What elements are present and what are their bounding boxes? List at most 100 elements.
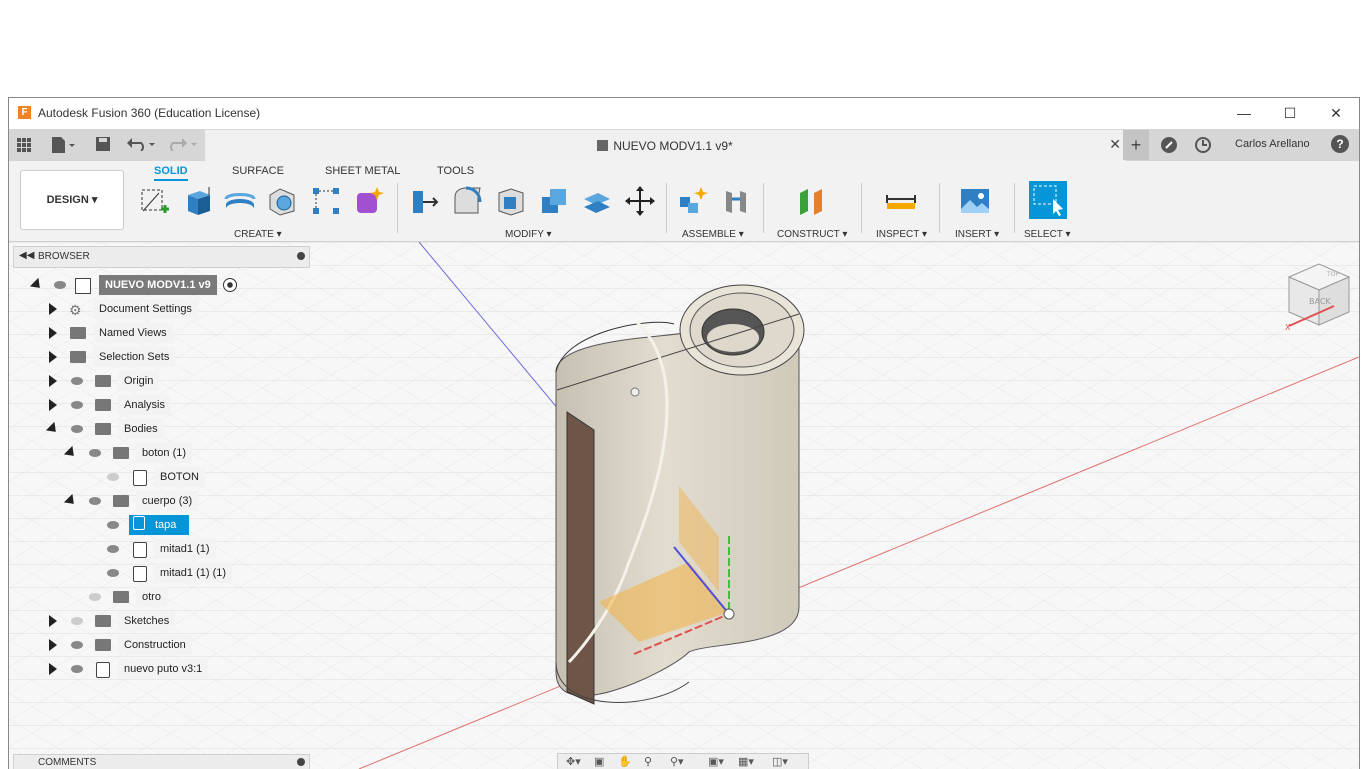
hole-icon[interactable] bbox=[266, 185, 298, 217]
visibility-eye-icon[interactable] bbox=[71, 377, 83, 385]
expand-icon[interactable] bbox=[49, 663, 57, 675]
tab-solid[interactable]: SOLID bbox=[154, 165, 188, 181]
visibility-eye-icon[interactable] bbox=[107, 545, 119, 553]
help-icon[interactable]: ? bbox=[1331, 135, 1349, 153]
collapse-icon[interactable] bbox=[63, 445, 79, 461]
offset-face-icon[interactable] bbox=[581, 185, 613, 217]
expand-icon[interactable] bbox=[49, 303, 57, 315]
expand-icon[interactable] bbox=[49, 375, 57, 387]
file-icon[interactable] bbox=[51, 136, 75, 154]
redo-icon[interactable] bbox=[169, 137, 197, 151]
visibility-eye-icon[interactable] bbox=[107, 569, 119, 577]
pattern-icon[interactable] bbox=[310, 185, 342, 217]
expand-icon[interactable] bbox=[49, 615, 57, 627]
tree-item-origin[interactable]: Origin bbox=[9, 371, 309, 391]
select-menu[interactable]: SELECT ▾ bbox=[1024, 229, 1071, 240]
visibility-eye-icon[interactable] bbox=[71, 425, 83, 433]
extensions-icon[interactable] bbox=[1160, 136, 1178, 154]
visibility-eye-icon[interactable] bbox=[89, 497, 101, 505]
browser-header[interactable]: ◀◀ BROWSER bbox=[13, 246, 310, 268]
job-status-icon[interactable] bbox=[1194, 136, 1212, 154]
tree-item-otro[interactable]: otro bbox=[9, 587, 309, 607]
move-icon[interactable] bbox=[624, 185, 656, 217]
fillet-icon[interactable] bbox=[452, 185, 484, 217]
combine-icon[interactable] bbox=[538, 185, 570, 217]
insert-menu[interactable]: INSERT ▾ bbox=[955, 229, 999, 240]
shell-icon[interactable] bbox=[495, 185, 527, 217]
tree-item-named-views[interactable]: Named Views bbox=[9, 323, 309, 343]
create-form-icon[interactable] bbox=[353, 185, 385, 217]
construct-menu[interactable]: CONSTRUCT ▾ bbox=[777, 229, 847, 240]
visibility-eye-icon[interactable] bbox=[71, 641, 83, 649]
insert-image-icon[interactable] bbox=[959, 185, 991, 217]
pan-icon[interactable]: ✋ bbox=[618, 755, 632, 768]
tree-item-mitad1[interactable]: mitad1 (1) bbox=[9, 539, 309, 559]
close-tab-icon[interactable]: ✕ bbox=[1109, 136, 1121, 153]
collapse-browser-icon[interactable]: ◀◀ bbox=[19, 250, 34, 261]
assemble-menu[interactable]: ASSEMBLE ▾ bbox=[682, 229, 744, 240]
minimize-button[interactable]: — bbox=[1221, 98, 1267, 128]
undo-icon[interactable] bbox=[127, 137, 155, 151]
tree-item-boton-folder[interactable]: boton (1) bbox=[9, 443, 309, 463]
comments-panel[interactable]: COMMENTS bbox=[13, 754, 310, 769]
fit-icon[interactable]: ⚲▾ bbox=[670, 755, 684, 768]
tab-tools[interactable]: TOOLS bbox=[437, 165, 474, 177]
collapse-icon[interactable] bbox=[45, 421, 61, 437]
hidden-eye-icon[interactable] bbox=[107, 473, 119, 481]
tree-item-analysis[interactable]: Analysis bbox=[9, 395, 309, 415]
select-icon[interactable] bbox=[1029, 181, 1067, 219]
tree-item-document-settings[interactable]: ⚙ Document Settings bbox=[9, 299, 309, 319]
measure-icon[interactable] bbox=[885, 185, 917, 217]
visibility-eye-icon[interactable] bbox=[54, 281, 66, 289]
document-tab[interactable]: NUEVO MODV1.1 v9* ✕ bbox=[205, 130, 1125, 161]
expand-icon[interactable] bbox=[49, 351, 57, 363]
tab-surface[interactable]: SURFACE bbox=[232, 165, 284, 177]
tree-item-selection-sets[interactable]: Selection Sets bbox=[9, 347, 309, 367]
visibility-eye-icon[interactable] bbox=[89, 449, 101, 457]
tree-item-tapa[interactable]: tapa bbox=[9, 515, 309, 535]
orbit-icon[interactable]: ✥▾ bbox=[566, 755, 581, 768]
tree-root[interactable]: NUEVO MODV1.1 v9 bbox=[9, 275, 309, 295]
hidden-eye-icon[interactable] bbox=[71, 617, 83, 625]
joint-icon[interactable] bbox=[720, 185, 752, 217]
sketch-point[interactable] bbox=[630, 387, 640, 397]
save-icon[interactable] bbox=[95, 136, 111, 152]
tree-item-nuevo-puto[interactable]: nuevo puto v3:1 bbox=[9, 659, 309, 679]
viewports-icon[interactable]: ◫▾ bbox=[772, 755, 788, 768]
modify-menu[interactable]: MODIFY ▾ bbox=[505, 229, 552, 240]
extrude-icon[interactable] bbox=[182, 185, 214, 217]
create-menu[interactable]: CREATE ▾ bbox=[234, 229, 282, 240]
display-settings-icon[interactable]: ▣▾ bbox=[708, 755, 724, 768]
visibility-eye-icon[interactable] bbox=[71, 401, 83, 409]
minimize-panel-icon[interactable] bbox=[297, 252, 305, 260]
tree-item-mitad1-copy[interactable]: mitad1 (1) (1) bbox=[9, 563, 309, 583]
offset-plane-icon[interactable] bbox=[796, 185, 828, 217]
expand-icon[interactable] bbox=[49, 399, 57, 411]
zoom-icon[interactable]: ⚲ bbox=[644, 755, 652, 768]
new-component-icon[interactable] bbox=[677, 185, 709, 217]
tree-item-cuerpo-folder[interactable]: cuerpo (3) bbox=[9, 491, 309, 511]
expand-icon[interactable] bbox=[49, 327, 57, 339]
origin-point[interactable] bbox=[723, 608, 735, 620]
collapse-icon[interactable] bbox=[63, 493, 79, 509]
look-at-icon[interactable]: ▣ bbox=[594, 755, 604, 768]
add-comment-icon[interactable] bbox=[297, 758, 305, 766]
app-grid-icon[interactable] bbox=[17, 138, 31, 152]
create-sketch-icon[interactable] bbox=[139, 185, 171, 217]
collapse-icon[interactable] bbox=[29, 277, 45, 293]
close-button[interactable]: ✕ bbox=[1313, 98, 1359, 128]
expand-icon[interactable] bbox=[49, 639, 57, 651]
tree-item-bodies[interactable]: Bodies bbox=[9, 419, 309, 439]
press-pull-icon[interactable] bbox=[409, 185, 441, 217]
workspace-switcher[interactable]: DESIGN ▾ bbox=[20, 170, 124, 230]
visibility-eye-icon[interactable] bbox=[107, 521, 119, 529]
grid-settings-icon[interactable]: ▦▾ bbox=[738, 755, 754, 768]
revolve-icon[interactable] bbox=[224, 185, 256, 217]
tree-item-construction[interactable]: Construction bbox=[9, 635, 309, 655]
visibility-eye-icon[interactable] bbox=[71, 665, 83, 673]
tree-item-sketches[interactable]: Sketches bbox=[9, 611, 309, 631]
user-name[interactable]: Carlos Arellano bbox=[1235, 138, 1310, 150]
inspect-menu[interactable]: INSPECT ▾ bbox=[876, 229, 927, 240]
activate-radio-icon[interactable] bbox=[223, 278, 237, 292]
maximize-button[interactable]: ☐ bbox=[1267, 98, 1313, 128]
